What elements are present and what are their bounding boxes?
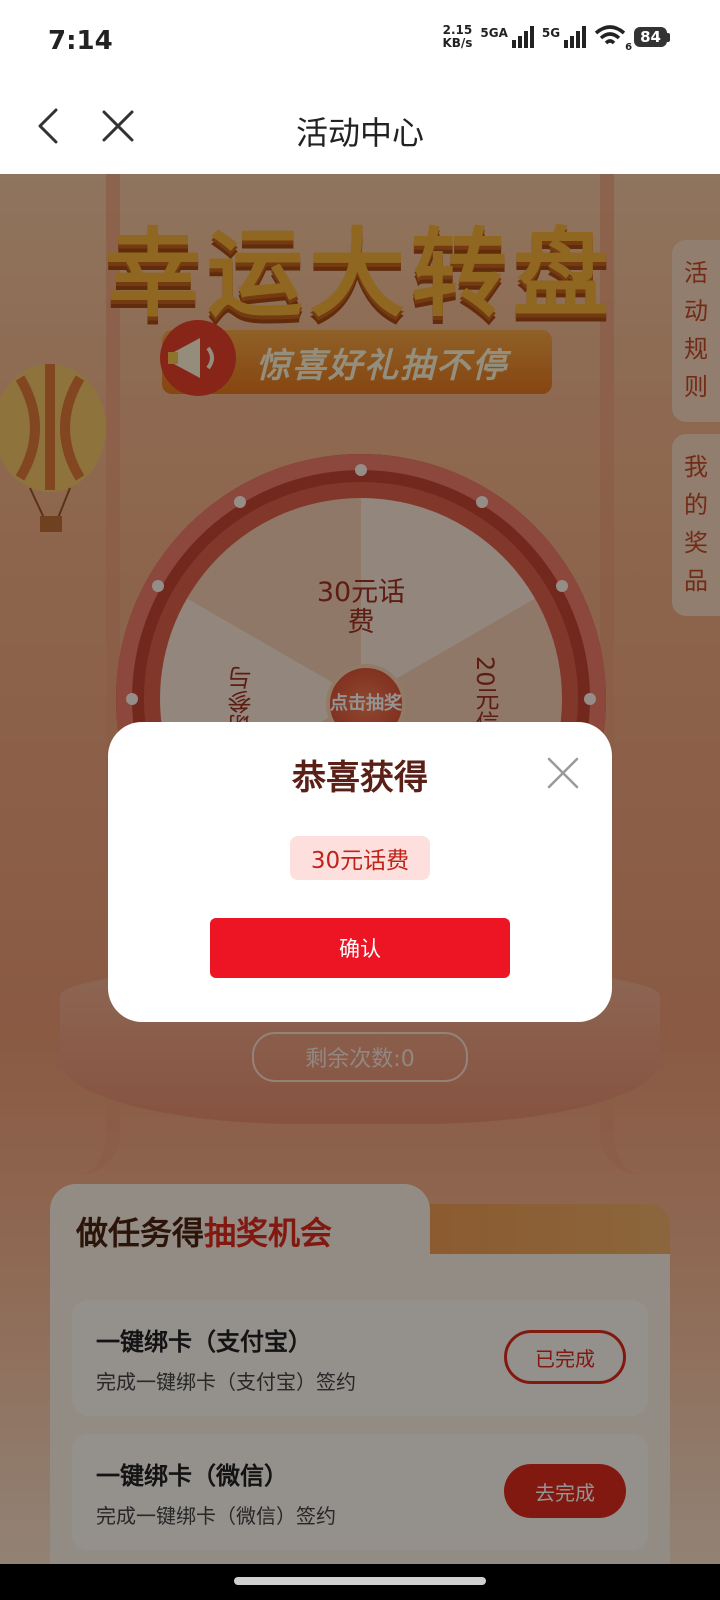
page-title: 活动中心 [295, 114, 424, 152]
network-speed-unit: KB/s [442, 36, 473, 50]
system-navigation-bar [0, 1564, 720, 1600]
wifi-sub-label: 6 [625, 42, 633, 53]
signal-sim2: 5G [541, 26, 587, 48]
navigation-bar: 活动中心 [0, 80, 720, 174]
signal-bars-icon [511, 26, 534, 48]
signal-sim1: 5GA [480, 26, 534, 48]
confirm-button[interactable]: 确认 [210, 918, 510, 978]
dialog-close-button[interactable] [546, 756, 580, 790]
dialog-title: 恭喜获得 [292, 758, 428, 798]
status-time: 7:14 [48, 26, 113, 56]
prize-tag: 30元话费 [290, 836, 430, 880]
home-indicator[interactable] [234, 1577, 486, 1585]
status-bar: 7:14 2.15 KB/s 5GA 5G 6 84 [0, 0, 720, 80]
signal-sim2-label: 5G [541, 26, 561, 40]
battery-level: 84 [634, 27, 667, 47]
status-icons: 2.15 KB/s 5GA 5G 6 84 [442, 24, 670, 53]
close-icon [547, 757, 579, 789]
battery-icon: 84 [634, 27, 670, 47]
wifi-icon: 6 [594, 25, 632, 53]
signal-bars-icon [564, 26, 587, 48]
signal-sim1-label: 5GA [480, 26, 508, 40]
prize-dialog: 恭喜获得 30元话费 确认 [108, 722, 612, 1022]
network-speed: 2.15 KB/s [442, 24, 472, 50]
